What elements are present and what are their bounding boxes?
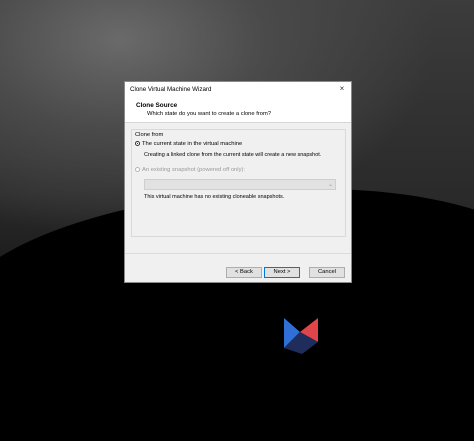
current-state-description: Creating a linked clone from the current… xyxy=(144,152,322,158)
wizard-body: Clone from The current state in the virt… xyxy=(125,123,351,273)
radio-current-state-label: The current state in the virtual machine xyxy=(142,141,243,148)
snapshot-description: This virtual machine has no existing clo… xyxy=(144,194,285,200)
radio-current-state[interactable]: The current state in the virtual machine xyxy=(135,141,242,147)
wizard-header: Clone Source Which state do you want to … xyxy=(125,97,351,123)
radio-existing-snapshot[interactable]: An existing snapshot (powered off only): xyxy=(135,167,245,173)
snapshot-dropdown[interactable]: ⌄ xyxy=(144,179,336,190)
page-subtitle: Which state do you want to create a clon… xyxy=(147,111,272,117)
window-title: Clone Virtual Machine Wizard xyxy=(130,85,212,93)
page-title: Clone Source xyxy=(136,102,178,109)
cancel-button[interactable]: Cancel xyxy=(309,267,345,278)
radio-checked-icon[interactable] xyxy=(135,141,140,146)
title-bar[interactable]: Clone Virtual Machine Wizard × xyxy=(125,82,351,97)
footer-divider xyxy=(125,253,351,254)
radio-unchecked-icon[interactable] xyxy=(135,167,140,172)
back-button[interactable]: < Back xyxy=(226,267,262,278)
radio-existing-snapshot-label: An existing snapshot (powered off only): xyxy=(142,167,246,174)
group-label: Clone from xyxy=(135,132,164,138)
close-icon[interactable]: × xyxy=(337,84,347,94)
app-logo-icon xyxy=(284,318,318,354)
clone-wizard-dialog: Clone Virtual Machine Wizard × Clone Sou… xyxy=(124,81,352,283)
chevron-down-icon: ⌄ xyxy=(327,182,333,188)
next-button[interactable]: Next > xyxy=(264,267,300,278)
